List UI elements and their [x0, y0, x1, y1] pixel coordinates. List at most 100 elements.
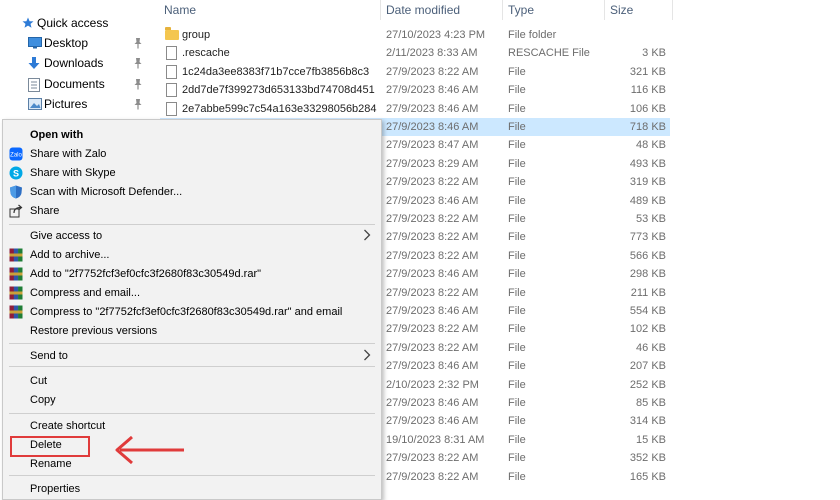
- file-size: 3 KB: [642, 47, 666, 60]
- file-date-modified: 27/10/2023 4:23 PM: [386, 29, 486, 41]
- nav-item-downloads[interactable]: Downloads: [0, 53, 160, 73]
- table-row[interactable]: 2e7abbe599c7c54a163e33298056b284 27/9/202…: [160, 100, 670, 118]
- menu-item-label: Share with Zalo: [30, 148, 107, 160]
- nav-item-pictures[interactable]: Pictures: [0, 94, 160, 114]
- file-date-modified: 27/9/2023 8:22 AM: [386, 470, 479, 483]
- file-type: File: [508, 341, 526, 354]
- menu-item-share[interactable]: Share: [3, 202, 381, 221]
- table-row[interactable]: 1c24da3ee8383f71b7cce7fb3856b8c3 27/9/202…: [160, 63, 670, 81]
- menu-item-open-with[interactable]: Open with: [3, 126, 381, 145]
- menu-item-label: Add to "2f7752fcf3ef0cfc3f2680f83c30549d…: [30, 268, 262, 280]
- nav-item-desktop[interactable]: Desktop: [0, 33, 160, 53]
- file-type: File folder: [508, 29, 557, 41]
- menu-item-add-to-archive[interactable]: Add to archive...: [3, 246, 381, 265]
- file-date-modified: 27/9/2023 8:22 AM: [386, 213, 479, 225]
- nav-item-quick-access[interactable]: Quick access: [0, 13, 160, 33]
- table-row[interactable]: 2dd7de7f399273d653133bd74708d451 27/9/202…: [160, 81, 670, 99]
- file-date-modified: 27/9/2023 8:46 AM: [386, 121, 479, 133]
- menu-item-give-access-to[interactable]: Give access to: [3, 227, 381, 246]
- nav-item-label: Pictures: [44, 97, 88, 111]
- file-date-modified: 27/9/2023 8:22 AM: [386, 249, 479, 262]
- file-date-modified: 27/9/2023 8:46 AM: [386, 360, 479, 373]
- menu-item-share-with-zalo[interactable]: Zalo Share with Zalo: [3, 145, 381, 164]
- file-size: 489 KB: [629, 194, 666, 207]
- share-icon: [9, 204, 23, 218]
- menu-item-scan-with-microsoft-defender[interactable]: Scan with Microsoft Defender...: [3, 183, 381, 202]
- menu-separator: [9, 343, 375, 344]
- file-date-modified: 27/9/2023 8:46 AM: [386, 194, 479, 207]
- folder-icon: [165, 27, 179, 40]
- file-size: 718 KB: [629, 121, 666, 133]
- nav-item-label: Desktop: [44, 36, 89, 50]
- pin-icon: [133, 98, 143, 110]
- menu-item-properties[interactable]: Properties: [3, 480, 381, 499]
- file-type: File: [508, 305, 526, 317]
- table-row[interactable]: .rescache 2/11/2023 8:33 AM RESCACHE File 3…: [160, 44, 670, 62]
- file-date-modified: 27/9/2023 8:46 AM: [386, 415, 479, 428]
- file-size: 53 KB: [636, 213, 666, 225]
- file-name: .rescache: [182, 47, 230, 60]
- nav-item-documents[interactable]: Documents: [0, 74, 160, 94]
- file-date-modified: 27/9/2023 8:46 AM: [386, 305, 479, 317]
- file-date-modified: 27/9/2023 8:22 AM: [386, 452, 479, 465]
- document-icon: [28, 78, 40, 95]
- menu-item-send-to[interactable]: Send to: [3, 347, 381, 366]
- column-divider[interactable]: [672, 0, 673, 20]
- file-size: 165 KB: [629, 470, 666, 483]
- menu-item-label: Copy: [30, 394, 56, 406]
- file-icon: [166, 83, 177, 98]
- menu-item-label: Compress and email...: [30, 287, 141, 299]
- file-type: File: [508, 268, 526, 281]
- file-type: File: [508, 84, 526, 97]
- menu-item-share-with-skype[interactable]: S Share with Skype: [3, 164, 381, 183]
- download-icon: [28, 57, 40, 73]
- nav-item-label: Documents: [44, 77, 105, 91]
- pin-icon: [133, 37, 143, 49]
- file-size: 252 KB: [629, 378, 666, 391]
- column-header-size[interactable]: Size: [610, 3, 633, 17]
- desktop-icon: [28, 37, 42, 52]
- file-date-modified: 27/9/2023 8:46 AM: [386, 397, 479, 409]
- menu-item-add-to-2f7752fcf3ef0cfc3f2680f83c30549d-[interactable]: Add to "2f7752fcf3ef0cfc3f2680f83c30549d…: [3, 265, 381, 284]
- column-divider[interactable]: [502, 0, 503, 20]
- file-type: File: [508, 176, 526, 189]
- column-header-date[interactable]: Date modified: [386, 3, 460, 17]
- menu-item-label: Open with: [30, 129, 84, 141]
- file-size: 319 KB: [629, 176, 666, 189]
- file-date-modified: 27/9/2023 8:22 AM: [386, 323, 479, 336]
- file-size: 116 KB: [630, 84, 666, 97]
- menu-item-cut[interactable]: Cut: [3, 372, 381, 391]
- menu-item-restore-previous-versions[interactable]: Restore previous versions: [3, 322, 381, 341]
- menu-item-compress-to-2f7752fcf3ef0cfc3f2680f83c30[interactable]: Compress to "2f7752fcf3ef0cfc3f2680f83c3…: [3, 303, 381, 322]
- menu-item-create-shortcut[interactable]: Create shortcut: [3, 417, 381, 436]
- file-type: File: [508, 102, 526, 115]
- file-type: File: [508, 433, 526, 446]
- file-date-modified: 27/9/2023 8:22 AM: [386, 65, 479, 78]
- file-type: File: [508, 360, 526, 373]
- column-header-name[interactable]: Name: [164, 3, 196, 17]
- file-icon: [166, 46, 177, 61]
- file-date-modified: 27/9/2023 8:22 AM: [386, 231, 479, 244]
- file-type: File: [508, 323, 526, 336]
- menu-item-copy[interactable]: Copy: [3, 391, 381, 410]
- annotation-highlight-box: [10, 436, 90, 457]
- file-size: 15 KB: [636, 433, 666, 446]
- column-header-type[interactable]: Type: [508, 3, 534, 17]
- file-date-modified: 27/9/2023 8:47 AM: [386, 139, 479, 152]
- column-divider[interactable]: [604, 0, 605, 20]
- column-divider[interactable]: [380, 0, 381, 20]
- menu-item-label: Share with Skype: [30, 167, 116, 179]
- menu-item-compress-and-email[interactable]: Compress and email...: [3, 284, 381, 303]
- table-row[interactable]: group 27/10/2023 4:23 PM File folder: [160, 26, 670, 44]
- winrar-icon: [9, 248, 23, 262]
- file-date-modified: 19/10/2023 8:31 AM: [386, 433, 485, 446]
- menu-separator: [9, 413, 375, 414]
- menu-item-label: Compress to "2f7752fcf3ef0cfc3f2680f83c3…: [30, 306, 343, 318]
- winrar-icon: [9, 305, 23, 319]
- skype-icon: S: [9, 166, 23, 180]
- file-type: File: [508, 470, 526, 483]
- zalo-icon: Zalo: [9, 147, 23, 161]
- menu-item-rename[interactable]: Rename: [3, 455, 381, 474]
- file-size: 85 KB: [636, 397, 666, 409]
- file-size: 352 KB: [629, 452, 666, 465]
